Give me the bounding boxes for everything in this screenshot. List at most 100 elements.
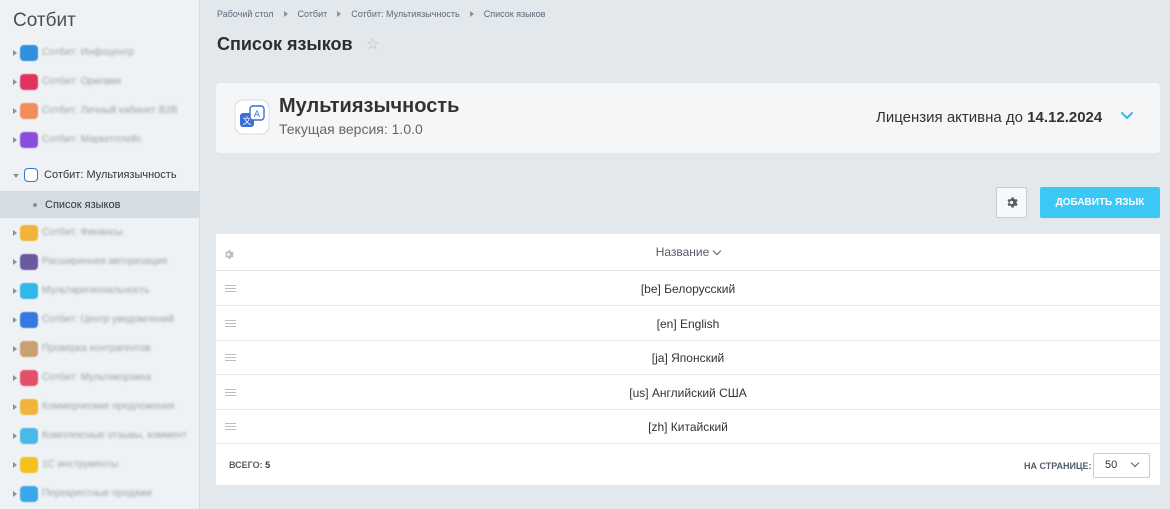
sidebar-item-label: Сотбит: Мультиязычность (44, 168, 177, 181)
expand-right-arrow-icon[interactable] (13, 287, 17, 294)
breadcrumb-separator-icon (337, 11, 342, 17)
sidebar-item[interactable]: Расширенная авторизация (0, 247, 199, 276)
sidebar-item[interactable]: Сотбит: Оригами (0, 67, 199, 96)
sidebar-item-label: Мультирегиональность (42, 285, 150, 296)
per-page-select[interactable]: 50 (1093, 453, 1150, 478)
sidebar-item[interactable]: Сотбит: Маркетплейс (0, 125, 199, 154)
expand-right-arrow-icon[interactable] (13, 374, 17, 381)
expand-right-arrow-icon[interactable] (13, 432, 17, 439)
language-name-cell: [zh] Китайский (648, 420, 728, 434)
sidebar-item-label: Сотбит: Центр уведомлений (42, 314, 174, 325)
per-page-label: НА СТРАНИЦЕ: (1024, 461, 1092, 471)
expand-right-arrow-icon[interactable] (13, 107, 17, 114)
page-title: Список языков (217, 34, 353, 54)
column-header-label: Название (655, 245, 710, 259)
breadcrumb: Рабочий стол Сотбит Сотбит: Мультиязычно… (217, 9, 545, 19)
expand-right-arrow-icon[interactable] (13, 136, 17, 143)
grid-footer: ВСЕГО: 5 НА СТРАНИЦЕ: 50 (216, 445, 1160, 485)
sidebar-item[interactable]: Комплексные отзывы, коммент (0, 421, 199, 450)
chevron-down-icon[interactable] (1117, 106, 1137, 126)
sidebar-item[interactable]: Перекрестные продажи (0, 479, 199, 508)
sidebar-item-label: Сотбит: Мультикорзина (42, 372, 151, 383)
sidebar-item[interactable]: Сотбит: Инфоцентр (0, 38, 199, 67)
table-row[interactable]: [zh] Китайский (216, 410, 1160, 444)
expand-right-arrow-icon[interactable] (13, 49, 17, 56)
offers-icon (20, 398, 38, 415)
sidebar-item-label: Проверка контрагентов (42, 343, 151, 354)
sidebar-item-label: Сотбит: Оригами (42, 76, 121, 87)
translate-icon (24, 167, 38, 182)
sidebar-item-label: Сотбит: Инфоцентр (42, 47, 134, 58)
sidebar-item-label: Перекрестные продажи (42, 488, 152, 499)
sidebar-item-label: Сотбит: Маркетплейс (42, 134, 142, 145)
table-row[interactable]: [ja] Японский (216, 341, 1160, 375)
language-name-cell: [be] Белорусский (640, 282, 736, 296)
sidebar-title: Сотбит (13, 10, 76, 31)
sidebar-item[interactable]: Сотбит: Финансы (0, 218, 199, 247)
sidebar: Сотбит Сотбит: Инфоцентр Сотбит: Оригами С… (0, 0, 200, 509)
bullet-icon (33, 202, 37, 207)
total-count: ВСЕГО: 5 (229, 460, 270, 470)
language-name-cell: [en] English (656, 316, 720, 331)
settings-button[interactable] (996, 187, 1027, 218)
license-prefix: Лицензия активна до (876, 109, 1023, 126)
sidebar-item[interactable]: Сотбит: Мультикорзина (0, 363, 199, 392)
sidebar-item[interactable]: Мультирегиональность (0, 276, 199, 305)
multicart-icon (20, 369, 38, 386)
per-page-value: 50 (1105, 459, 1118, 471)
origami-icon (20, 73, 38, 90)
notification-icon (20, 311, 38, 328)
expand-down-arrow-icon[interactable] (13, 173, 19, 178)
favorite-star-icon[interactable]: ☆ (366, 35, 379, 53)
add-language-button[interactable]: ДОБАВИТЬ ЯЗЫК (1040, 187, 1160, 218)
sidebar-item[interactable]: 1С инструменты (0, 450, 199, 479)
table-row[interactable]: [us] Английский США (216, 376, 1160, 410)
expand-right-arrow-icon[interactable] (13, 316, 17, 323)
license-status: Лицензия активна до 14.12.2024 (876, 109, 1102, 126)
sidebar-item-label: Коммерческие предложения (42, 401, 175, 412)
sidebar-subitem-language-list[interactable]: Список языков (0, 191, 199, 218)
sort-chevron-icon (713, 246, 722, 256)
auth-icon (20, 253, 38, 270)
expand-right-arrow-icon[interactable] (13, 78, 17, 85)
breadcrumb-separator-icon (469, 11, 474, 17)
license-date: 14.12.2024 (1027, 109, 1103, 126)
breadcrumb-desktop[interactable]: Рабочий стол (217, 9, 274, 19)
table-row[interactable]: [en] English (216, 307, 1160, 341)
gear-icon (1007, 197, 1018, 208)
sidebar-item[interactable]: Сотбит: Мультиязычность (0, 160, 199, 189)
column-header-name[interactable]: Название (216, 245, 1160, 259)
breadcrumb-separator-icon (283, 11, 288, 17)
expand-right-arrow-icon[interactable] (13, 229, 17, 236)
cross-sales-icon (20, 485, 38, 502)
grid-header: Название (216, 234, 1160, 271)
sidebar-item-label: Комплексные отзывы, коммент (42, 430, 187, 441)
expand-right-arrow-icon[interactable] (13, 403, 17, 410)
expand-right-arrow-icon[interactable] (13, 258, 17, 265)
sidebar-item[interactable]: Проверка контрагентов (0, 334, 199, 363)
total-value: 5 (265, 460, 271, 470)
finance-icon (20, 224, 38, 241)
language-name-cell: [ja] Японский (651, 351, 725, 365)
sidebar-item[interactable]: Сотбит: Личный кабинет B2B (0, 96, 199, 125)
reviews-icon (20, 427, 38, 444)
language-name-cell: [us] Английский США (629, 385, 747, 400)
sidebar-item[interactable]: Коммерческие предложения (0, 392, 199, 421)
sidebar-item-label: Сотбит: Личный кабинет B2B (42, 105, 178, 116)
contractor-check-icon (20, 340, 38, 357)
expand-right-arrow-icon[interactable] (13, 461, 17, 468)
expand-right-arrow-icon[interactable] (13, 345, 17, 352)
breadcrumb-multilang[interactable]: Сотбит: Мультиязычность (351, 9, 459, 19)
breadcrumb-sotbit[interactable]: Сотбит (298, 9, 328, 19)
sidebar-item-label: Расширенная авторизация (42, 256, 168, 267)
sidebar-item[interactable]: Сотбит: Центр уведомлений (0, 305, 199, 334)
expand-right-arrow-icon[interactable] (13, 490, 17, 497)
table-row[interactable]: [be] Белорусский (216, 272, 1160, 306)
module-card: 文 A Мультиязычность Текущая версия: 1.0.… (216, 83, 1160, 153)
1c-tools-icon (20, 456, 38, 473)
translate-icon: 文 A (234, 99, 270, 135)
chevron-down-icon (1130, 458, 1140, 468)
marketplace-icon (20, 131, 38, 148)
breadcrumb-current[interactable]: Список языков (484, 9, 546, 19)
sidebar-subitem-label: Список языков (45, 198, 121, 211)
